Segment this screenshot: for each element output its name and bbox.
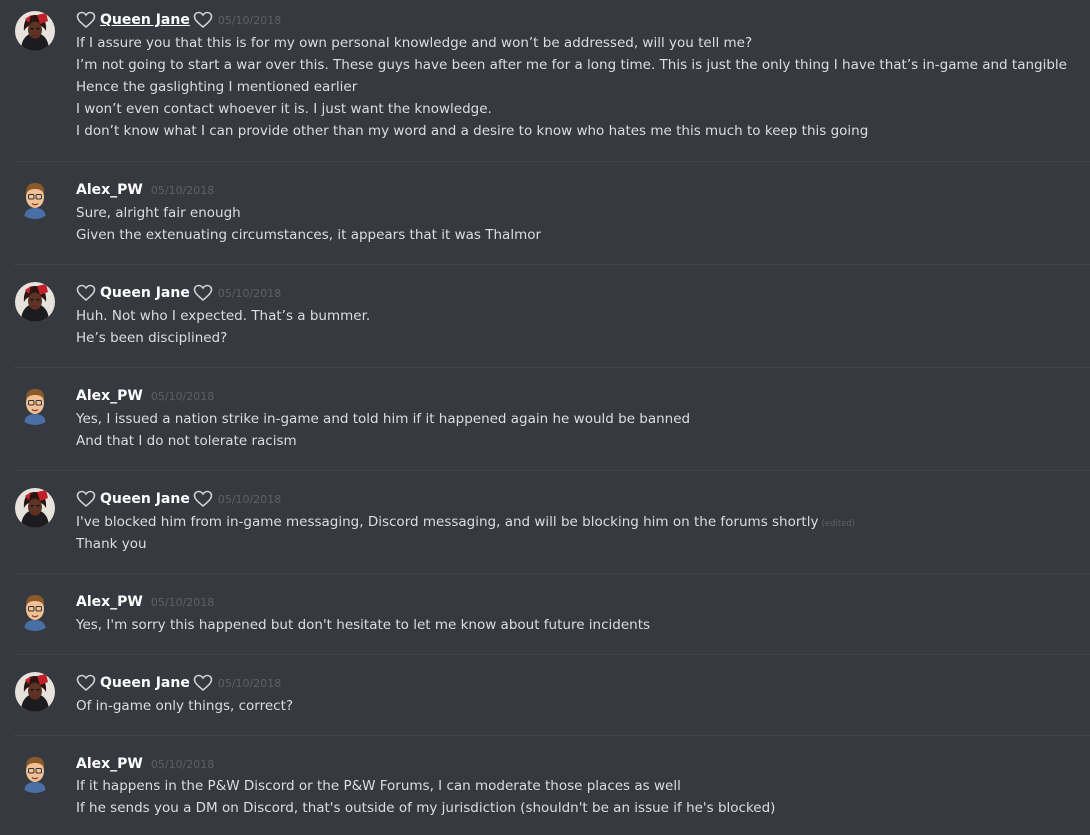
message-divider bbox=[14, 264, 1090, 265]
heart-icon bbox=[193, 284, 213, 302]
message-content: Of in-game only things, correct? bbox=[76, 695, 1070, 717]
message-line: He’s been disciplined? bbox=[76, 330, 228, 346]
message-header: Queen Jane 05/10/2018 bbox=[76, 673, 281, 693]
username[interactable]: Alex_PW bbox=[76, 756, 143, 772]
message-line: And that I do not tolerate racism bbox=[76, 433, 297, 449]
message-line: Huh. Not who I expected. That’s a bummer… bbox=[76, 308, 371, 324]
message-content: If I assure you that this is for my own … bbox=[76, 32, 1070, 142]
message-divider bbox=[14, 573, 1090, 574]
timestamp: 05/10/2018 bbox=[150, 595, 215, 609]
message-line: If I assure you that this is for my own … bbox=[76, 35, 753, 51]
chat-messages: Queen Jane 05/10/2018 If I assure you th… bbox=[0, 0, 1090, 835]
alex-avatar-icon[interactable] bbox=[15, 179, 55, 219]
message-content: Yes, I'm sorry this happened but don't h… bbox=[76, 614, 1070, 636]
username[interactable]: Alex_PW bbox=[76, 182, 143, 198]
message-content: I've blocked him from in-game messaging,… bbox=[76, 511, 1070, 555]
message-header: Queen Jane 05/10/2018 bbox=[76, 283, 281, 303]
queen-jane-avatar-icon[interactable] bbox=[15, 282, 55, 322]
message-divider bbox=[14, 161, 1090, 162]
message-line: Hence the gaslighting I mentioned earlie… bbox=[76, 79, 358, 95]
message-header: Alex_PW 05/10/2018 bbox=[76, 754, 214, 774]
heart-icon bbox=[76, 284, 96, 302]
timestamp: 05/10/2018 bbox=[150, 389, 215, 403]
timestamp: 05/10/2018 bbox=[217, 492, 282, 506]
message-line: Sure, alright fair enough bbox=[76, 205, 241, 221]
heart-icon bbox=[76, 674, 96, 692]
timestamp: 05/10/2018 bbox=[150, 757, 215, 771]
message-line: If it happens in the P&W Discord or the … bbox=[76, 778, 681, 794]
heart-icon bbox=[193, 11, 213, 29]
message-header: Queen Jane 05/10/2018 bbox=[76, 489, 281, 509]
message-content: Sure, alright fair enough Given the exte… bbox=[76, 202, 1070, 246]
message-line: I won’t even contact whoever it is. I ju… bbox=[76, 101, 492, 117]
message-line: Given the extenuating circumstances, it … bbox=[76, 227, 542, 243]
heart-icon bbox=[76, 11, 96, 29]
message-divider bbox=[14, 367, 1090, 368]
message-content: Yes, I issued a nation strike in-game an… bbox=[76, 408, 1070, 452]
message-line: Yes, I issued a nation strike in-game an… bbox=[76, 411, 691, 427]
username[interactable]: Queen Jane bbox=[100, 675, 190, 691]
alex-avatar-icon[interactable] bbox=[15, 753, 55, 793]
username[interactable]: Alex_PW bbox=[76, 388, 143, 404]
alex-avatar-icon[interactable] bbox=[15, 385, 55, 425]
queen-jane-avatar-icon[interactable] bbox=[15, 672, 55, 712]
message-line-text: I've blocked him from in-game messaging,… bbox=[76, 514, 819, 530]
message-divider bbox=[14, 735, 1090, 736]
message-divider bbox=[14, 470, 1090, 471]
username[interactable]: Queen Jane bbox=[100, 12, 190, 28]
message-header: Alex_PW 05/10/2018 bbox=[76, 592, 214, 612]
queen-jane-avatar-icon[interactable] bbox=[15, 11, 55, 51]
timestamp: 05/10/2018 bbox=[217, 286, 282, 300]
timestamp: 05/10/2018 bbox=[150, 183, 215, 197]
message-header: Alex_PW 05/10/2018 bbox=[76, 386, 214, 406]
message-line: Of in-game only things, correct? bbox=[76, 698, 294, 714]
heart-icon bbox=[193, 490, 213, 508]
queen-jane-avatar-icon[interactable] bbox=[15, 488, 55, 528]
username[interactable]: Queen Jane bbox=[100, 285, 190, 301]
message-line: I've blocked him from in-game messaging,… bbox=[76, 511, 1070, 533]
timestamp: 05/10/2018 bbox=[217, 676, 282, 690]
edited-label: (edited) bbox=[821, 519, 856, 529]
timestamp: 05/10/2018 bbox=[217, 13, 282, 27]
message-line: I don’t know what I can provide other th… bbox=[76, 123, 869, 139]
message-content: If it happens in the P&W Discord or the … bbox=[76, 775, 1070, 819]
heart-icon bbox=[193, 674, 213, 692]
message-header: Alex_PW 05/10/2018 bbox=[76, 180, 214, 200]
message-content: Huh. Not who I expected. That’s a bummer… bbox=[76, 305, 1070, 349]
message-line: Yes, I'm sorry this happened but don't h… bbox=[76, 617, 651, 633]
alex-avatar-icon[interactable] bbox=[15, 591, 55, 631]
message-divider bbox=[14, 654, 1090, 655]
message-header: Queen Jane 05/10/2018 bbox=[76, 10, 281, 30]
username[interactable]: Alex_PW bbox=[76, 594, 143, 610]
message-line: I’m not going to start a war over this. … bbox=[76, 57, 1067, 73]
username[interactable]: Queen Jane bbox=[100, 491, 190, 507]
message-line: If he sends you a DM on Discord, that's … bbox=[76, 800, 776, 816]
heart-icon bbox=[76, 490, 96, 508]
message-line: Thank you bbox=[76, 536, 147, 552]
